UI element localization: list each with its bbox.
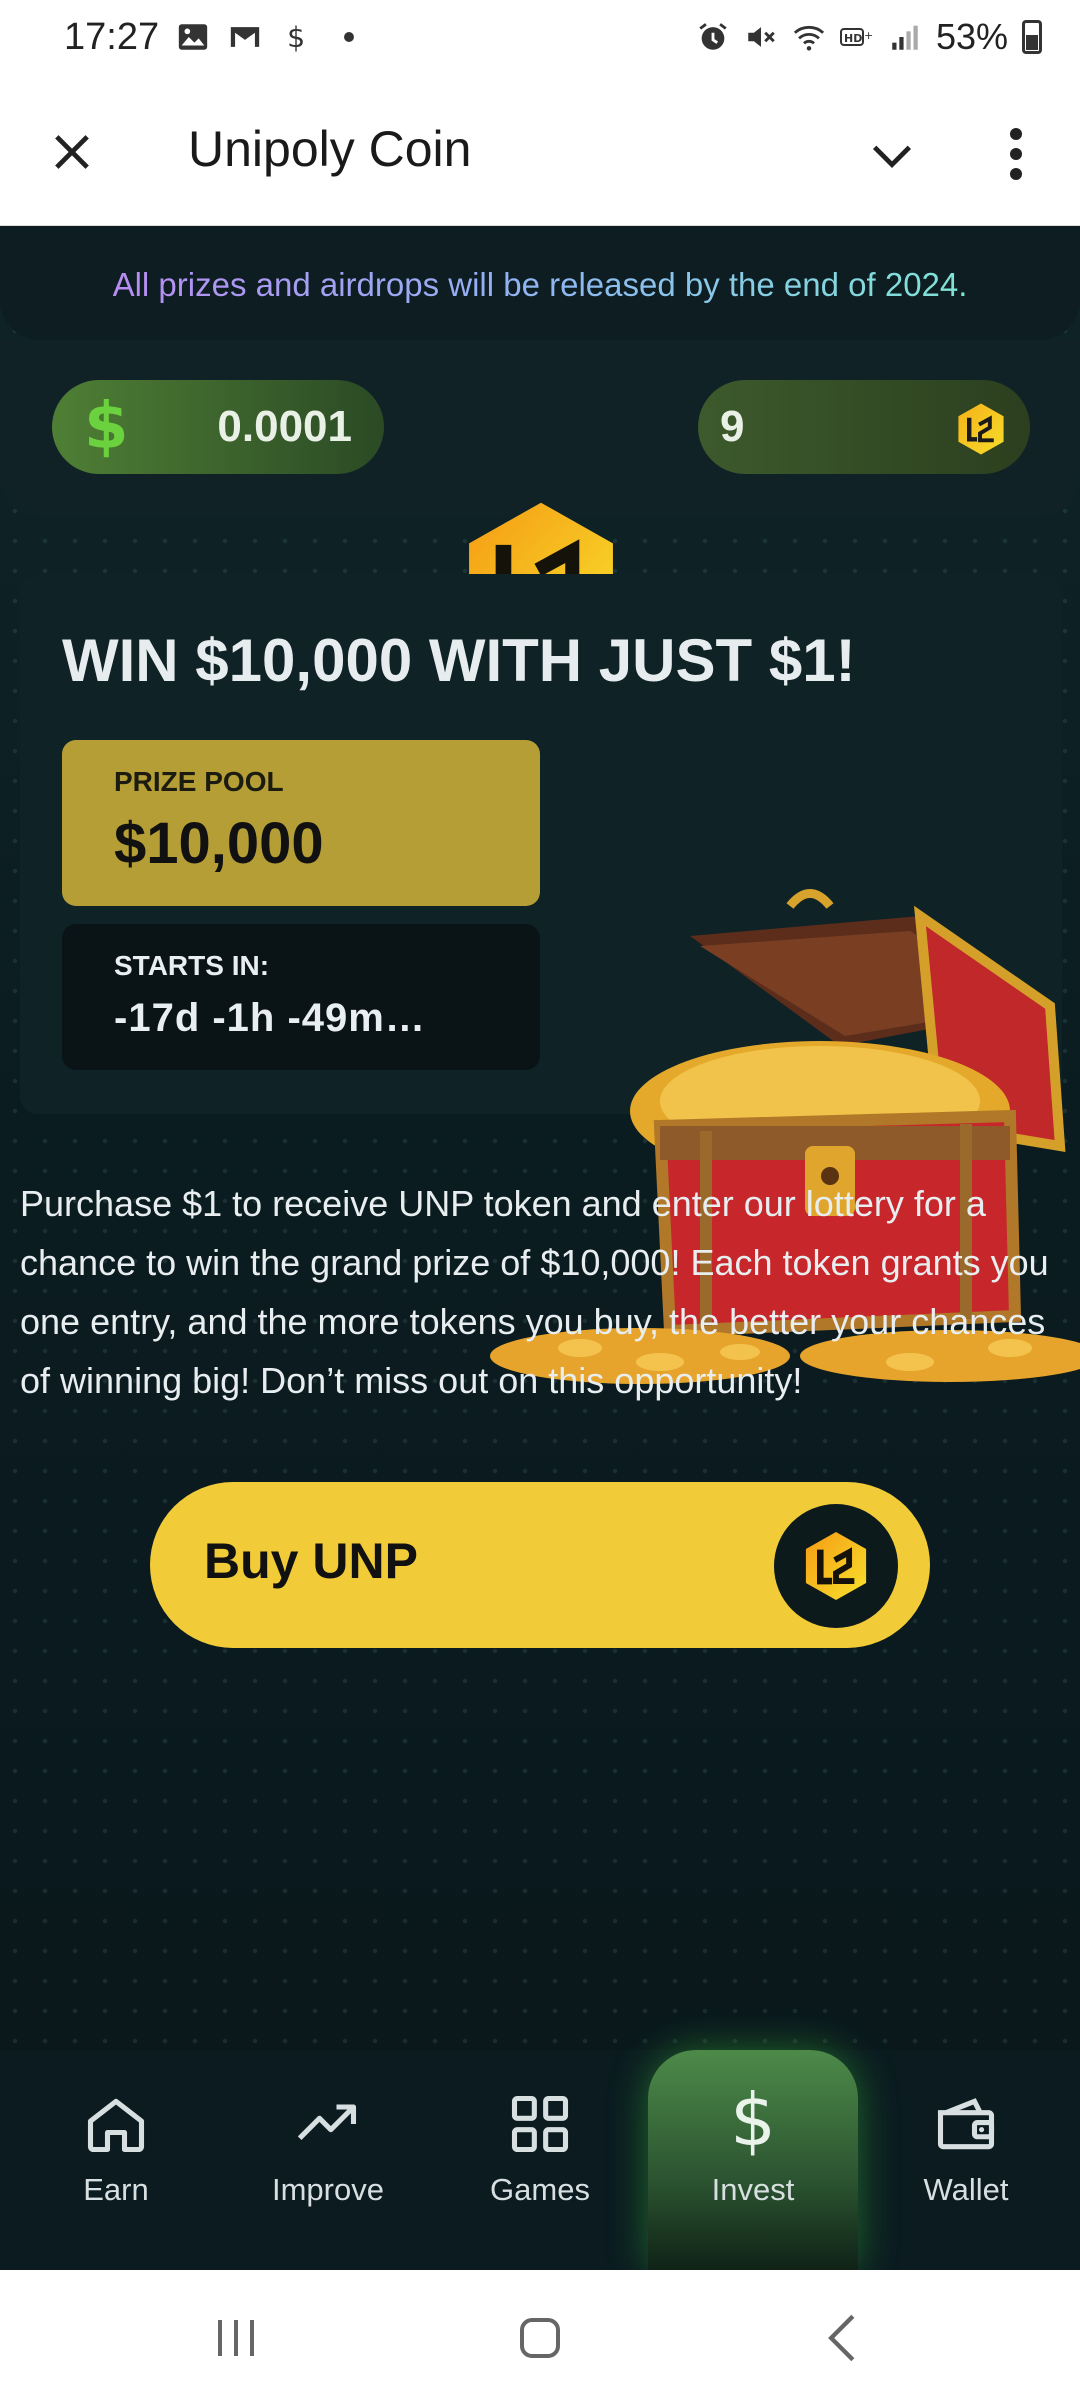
dollar-notification-icon: $	[287, 21, 305, 54]
buy-coin-badge	[774, 1504, 898, 1628]
coin-balance-pill: 9	[698, 380, 1030, 474]
chevron-down-icon[interactable]	[866, 130, 918, 182]
main-content: All prizes and airdrops will be released…	[0, 226, 1080, 2270]
svg-text:$: $	[287, 21, 305, 54]
close-icon[interactable]	[46, 126, 98, 178]
dot-icon	[344, 32, 354, 42]
countdown-value: -17d -1h -49m…	[114, 996, 426, 1040]
nav-label-wallet: Wallet	[923, 2172, 1009, 2207]
coin-balance-value: 9	[720, 402, 745, 451]
gmail-icon	[230, 27, 260, 47]
mute-icon	[748, 27, 775, 47]
wallet-icon	[937, 2098, 995, 2150]
system-status-icons: HD + 53%	[696, 16, 1042, 58]
image-icon	[178, 24, 208, 50]
balance-panel: $ 0.0001 9	[0, 340, 1080, 666]
lottery-headline: WIN $10,000 WITH JUST $1!	[62, 627, 856, 694]
unp-coin-icon	[958, 403, 1004, 455]
notification-icons: $	[176, 20, 366, 54]
home-button-icon[interactable]	[516, 2314, 564, 2362]
battery-percent: 53%	[935, 16, 1008, 57]
app-bar: Unipoly Coin	[0, 78, 1080, 226]
alarm-icon	[699, 23, 727, 50]
usd-balance-pill: $ 0.0001	[52, 380, 384, 474]
dollar-icon: $	[730, 2078, 776, 2162]
lottery-description: Purchase $1 to receive UNP token and ent…	[20, 1183, 1049, 1401]
nav-item-wallet[interactable]: Wallet	[866, 2050, 1066, 2270]
nav-label-earn: Earn	[83, 2172, 149, 2207]
prize-pool-box: PRIZE POOL $10,000	[62, 740, 540, 906]
svg-text:+: +	[864, 29, 873, 42]
starts-in-label: STARTS IN:	[114, 950, 270, 981]
airdrop-notice: All prizes and airdrops will be released…	[0, 226, 1080, 340]
prize-pool-amount: $10,000	[114, 811, 324, 876]
more-options-icon[interactable]	[996, 124, 1036, 184]
grid-icon	[511, 2095, 569, 2153]
prize-pool-label: PRIZE POOL	[114, 766, 284, 797]
notice-text: All prizes and airdrops will be released…	[112, 266, 968, 303]
nav-item-invest[interactable]: $ Invest	[648, 2050, 858, 2270]
wifi-icon	[793, 25, 825, 51]
nav-item-improve[interactable]: Improve	[228, 2050, 428, 2270]
bottom-navigation: Earn Improve Games $ Invest Wallet	[0, 2050, 1080, 2270]
status-time: 17:27	[64, 16, 160, 58]
home-icon	[87, 2098, 145, 2153]
nav-label-games: Games	[490, 2172, 590, 2207]
signal-icon	[892, 25, 918, 50]
battery-icon	[1022, 20, 1042, 54]
svg-text:HD: HD	[844, 32, 862, 45]
nav-item-games[interactable]: Games	[440, 2050, 640, 2270]
buy-unp-label: Buy UNP	[204, 1533, 418, 1589]
nav-item-earn[interactable]: Earn	[16, 2050, 216, 2270]
status-bar: 17:27 $ HD + 53%	[0, 0, 1080, 78]
buy-unp-button[interactable]: Buy UNP	[150, 1482, 930, 1648]
recent-apps-icon[interactable]	[212, 2316, 260, 2360]
unp-coin-icon	[805, 1531, 867, 1601]
usd-balance-value: 0.0001	[217, 402, 352, 451]
dollar-icon: $	[84, 390, 129, 464]
trending-up-icon	[297, 2104, 357, 2140]
page-title: Unipoly Coin	[188, 121, 472, 177]
nav-label-improve: Improve	[272, 2172, 384, 2207]
hd-voice-icon: HD +	[839, 28, 873, 46]
back-icon[interactable]	[822, 2312, 862, 2364]
system-navigation-bar	[0, 2270, 1080, 2400]
nav-label-invest: Invest	[711, 2172, 795, 2207]
countdown-box: STARTS IN: -17d -1h -49m…	[62, 924, 540, 1070]
